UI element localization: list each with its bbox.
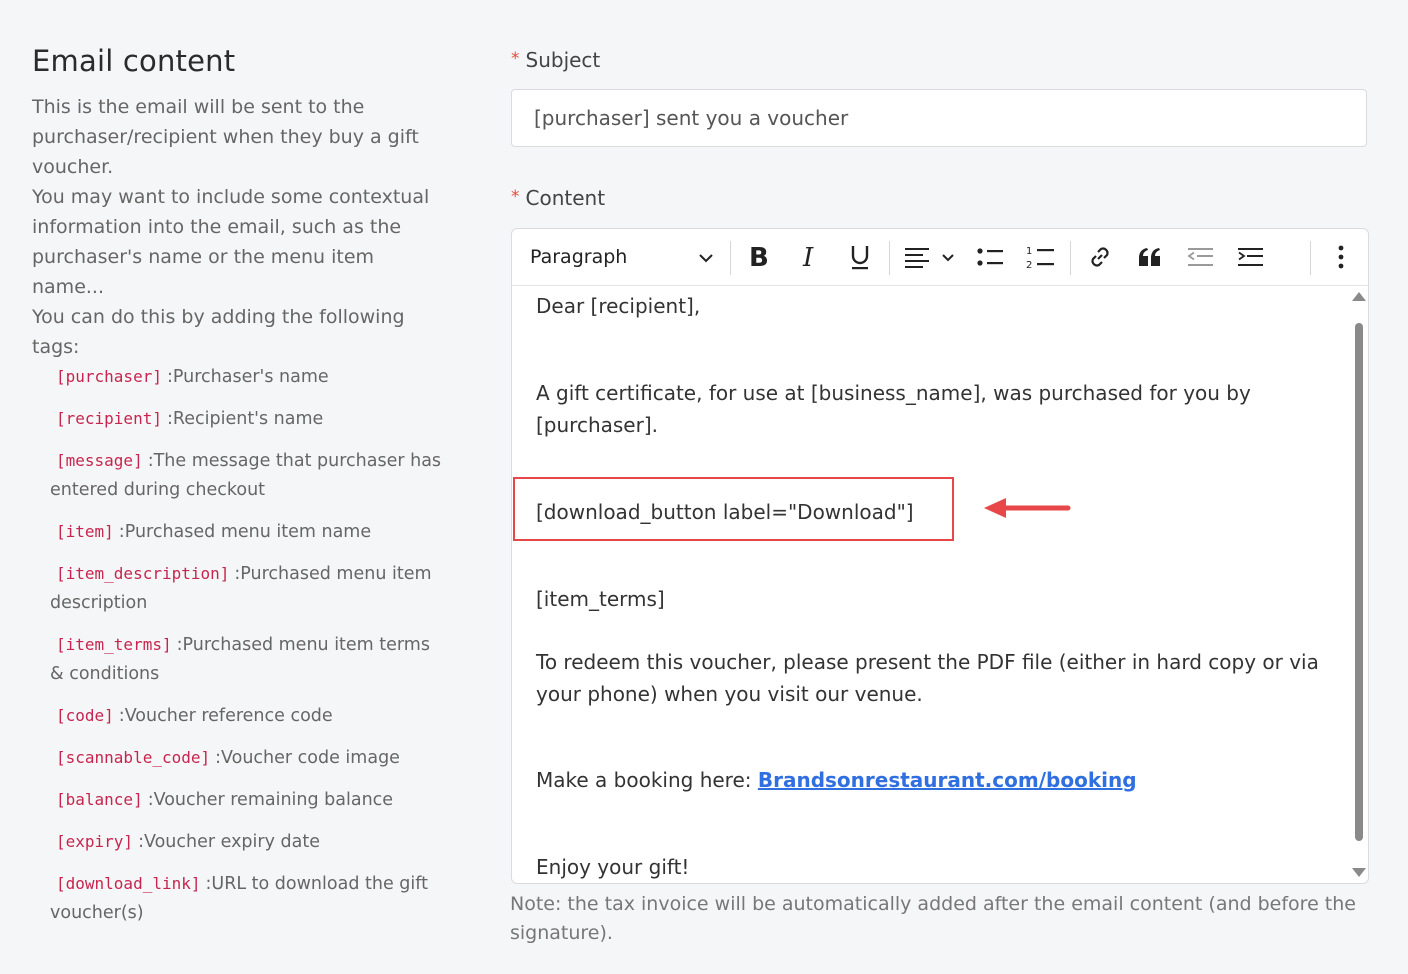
tag-code: [code]	[56, 706, 114, 725]
bold-icon[interactable]: B	[742, 229, 776, 285]
more-options-icon[interactable]	[1324, 229, 1358, 285]
content-line-download-button: [download_button label="Download"]	[536, 500, 914, 524]
align-icon[interactable]	[900, 229, 962, 285]
booking-link[interactable]: Brandsonrestaurant.com/booking	[758, 768, 1137, 792]
tag-code: [purchaser]	[56, 367, 162, 386]
link-icon[interactable]	[1082, 229, 1118, 285]
italic-icon[interactable]: I	[793, 229, 827, 285]
chevron-down-icon	[698, 246, 714, 268]
tag-item-expiry: [expiry]:Voucher expiry date	[50, 827, 442, 857]
scrollbar-thumb[interactable]	[1355, 323, 1363, 841]
svg-text:1: 1	[1026, 246, 1032, 257]
arrow-left-icon	[984, 498, 1071, 518]
paragraph-dropdown[interactable]: Paragraph	[530, 229, 714, 285]
indent-icon[interactable]	[1232, 229, 1268, 285]
subject-label-text: Subject	[525, 48, 601, 72]
rich-text-editor: Paragraph B I 12 Dear [recipient], A gif…	[511, 228, 1369, 884]
svg-text:B: B	[749, 244, 769, 270]
content-line-booking: Make a booking here: Brandsonrestaurant.…	[536, 764, 1336, 796]
tag-code: [item_terms]	[56, 635, 172, 654]
tag-code: [item]	[56, 522, 114, 541]
description-line: You can do this by adding the following …	[32, 306, 405, 358]
svg-text:2: 2	[1026, 260, 1032, 270]
required-mark: *	[511, 187, 520, 207]
scroll-down-arrow-icon[interactable]	[1352, 868, 1366, 877]
tag-item-item: [item]:Purchased menu item name	[50, 517, 442, 547]
booking-prefix: Make a booking here:	[536, 768, 758, 792]
content-label: * Content	[511, 186, 605, 210]
tag-code: [expiry]	[56, 832, 134, 851]
tag-code: [message]	[56, 451, 143, 470]
editor-content[interactable]: Dear [recipient], A gift certificate, fo…	[512, 286, 1350, 883]
tag-description: :Purchaser's name	[166, 367, 329, 387]
content-line-item-terms: [item_terms]	[536, 587, 665, 611]
editor-scrollbar[interactable]	[1350, 286, 1368, 883]
tag-code: [item_description]	[56, 564, 230, 583]
tag-item-purchaser: [purchaser]:Purchaser's name	[50, 362, 442, 392]
tag-item-item-description: [item_description]:Purchased menu item d…	[50, 559, 442, 618]
toolbar-divider	[1070, 241, 1071, 275]
tax-invoice-note: Note: the tax invoice will be automatica…	[510, 893, 1356, 944]
subject-value: [purchaser] sent you a voucher	[534, 106, 849, 130]
help-panel: Email content This is the email will be …	[32, 44, 442, 940]
tag-code: [scannable_code]	[56, 748, 211, 767]
scroll-up-arrow-icon[interactable]	[1352, 292, 1366, 301]
content-line-closing: Enjoy your gift!	[536, 855, 690, 879]
section-title: Email content	[32, 44, 236, 78]
underline-icon[interactable]	[843, 229, 877, 285]
outdent-icon[interactable]	[1182, 229, 1218, 285]
toolbar-divider	[889, 241, 890, 275]
tag-item-recipient: [recipient]:Recipient's name	[50, 404, 442, 434]
tag-item-download-link: [download_link]:URL to download the gift…	[50, 869, 442, 928]
toolbar-divider	[1310, 241, 1311, 275]
content-line-redeem: To redeem this voucher, please present t…	[536, 650, 1319, 706]
subject-input[interactable]: [purchaser] sent you a voucher	[511, 89, 1367, 147]
bulleted-list-icon[interactable]	[972, 229, 1008, 285]
content-label-text: Content	[525, 186, 606, 210]
toolbar-divider	[730, 241, 731, 275]
content-line-greeting: Dear [recipient],	[536, 294, 701, 318]
tag-description: :Purchased menu item name	[118, 522, 372, 542]
tag-description: :Voucher remaining balance	[147, 790, 394, 810]
tag-code: [balance]	[56, 790, 143, 809]
editor-toolbar: Paragraph B I 12	[512, 229, 1368, 286]
tag-description: :Voucher code image	[215, 748, 400, 768]
tag-item-code: [code]:Voucher reference code	[50, 701, 442, 731]
tag-item-scannable-code: [scannable_code]:Voucher code image	[50, 743, 442, 773]
svg-text:I: I	[802, 244, 814, 270]
tag-description: :Voucher reference code	[118, 706, 333, 726]
tag-item-item-terms: [item_terms]:Purchased menu item terms &…	[50, 630, 442, 689]
subject-label: * Subject	[511, 48, 600, 72]
description-line: You may want to include some contextual …	[32, 186, 430, 298]
tag-item-balance: [balance]:Voucher remaining balance	[50, 785, 442, 815]
quote-icon[interactable]	[1132, 229, 1168, 285]
tag-list: [purchaser]:Purchaser's name [recipient]…	[32, 362, 442, 928]
description-line: This is the email will be sent to the pu…	[32, 96, 419, 178]
numbered-list-icon[interactable]: 12	[1022, 229, 1058, 285]
section-description: This is the email will be sent to the pu…	[32, 92, 442, 362]
required-mark: *	[511, 49, 520, 69]
tag-code: [recipient]	[56, 409, 162, 428]
tag-description: :Voucher expiry date	[138, 832, 320, 852]
tag-description: :Recipient's name	[166, 409, 324, 429]
paragraph-dropdown-label: Paragraph	[530, 246, 628, 268]
content-line-intro: A gift certificate, for use at [business…	[536, 381, 1251, 437]
tag-code: [download_link]	[56, 874, 201, 893]
tag-item-message: [message]:The message that purchaser has…	[50, 446, 442, 505]
